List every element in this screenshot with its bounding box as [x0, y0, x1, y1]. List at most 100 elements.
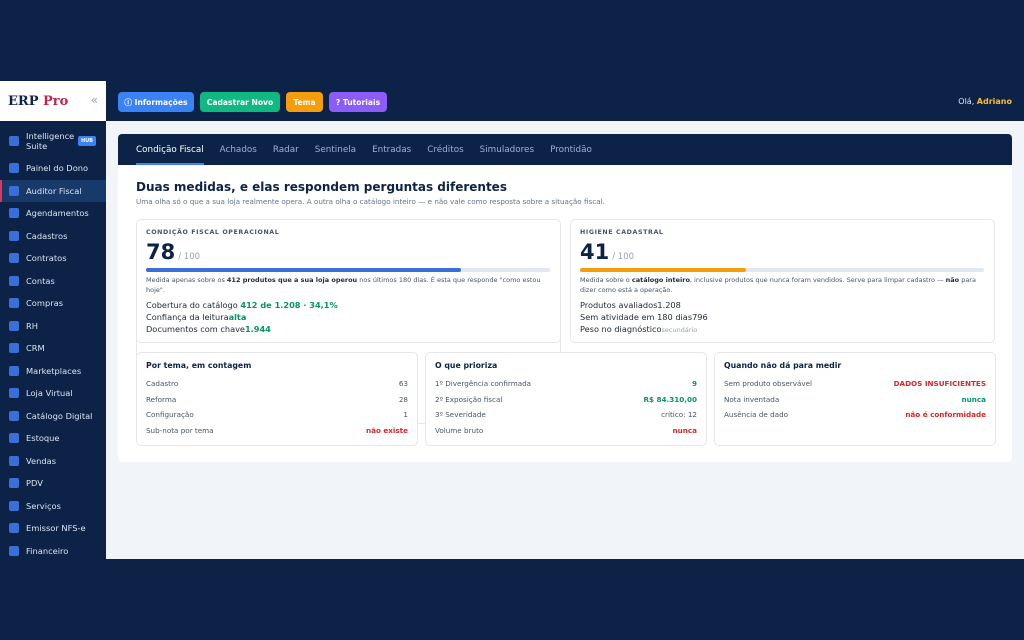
- tab-entradas[interactable]: Entradas: [372, 134, 411, 165]
- sidebar-item-loja-virtual[interactable]: Loja Virtual: [0, 382, 106, 405]
- score-display: 78 / 100: [146, 240, 200, 264]
- metric-documentos: Documentos com chave1.944: [146, 324, 271, 334]
- module-icon: [9, 410, 19, 421]
- sidebar-item-crm[interactable]: CRM: [0, 337, 106, 360]
- sidebar-item-painel-do-dono[interactable]: Painel do Dono: [0, 157, 106, 180]
- module-icon: [9, 523, 19, 534]
- sidebar-item-vendas[interactable]: Vendas: [0, 450, 106, 473]
- tab-sentinela[interactable]: Sentinela: [315, 134, 356, 165]
- module-icon: [9, 185, 19, 196]
- higiene-cadastral-panel: HIGIENE CADASTRAL 41 / 100 Medida sobre …: [570, 219, 995, 343]
- tab-creditos[interactable]: Créditos: [427, 134, 463, 165]
- list-item: Ausência de dado não é conformidade: [724, 410, 986, 419]
- tutoriais-button[interactable]: ? Tutoriais: [329, 92, 387, 112]
- list-item: 1º Divergência confirmada 9: [435, 379, 697, 388]
- module-icon: [9, 388, 19, 399]
- panel-title: O que prioriza: [435, 361, 498, 370]
- sidebar-item-financeiro[interactable]: Financeiro: [0, 540, 106, 563]
- module-icon: [9, 365, 19, 376]
- module-icon: [9, 208, 19, 219]
- sidebar-item-rh[interactable]: RH: [0, 315, 106, 338]
- sidebar-item-pdv[interactable]: PDV: [0, 472, 106, 495]
- sidebar-item-label: Intelligence Suite: [26, 131, 75, 151]
- sidebar-item-auditor-fiscal[interactable]: Auditor Fiscal: [0, 179, 106, 202]
- metric-confianca: Confiança da leituraalta: [146, 312, 247, 322]
- sidebar-item-label: Contas: [26, 275, 55, 286]
- list-item: Sem produto observável DADOS INSUFICIENTE…: [724, 379, 986, 388]
- section-subtitle: Uma olha só o que a sua loja realmente o…: [136, 197, 605, 206]
- operational-score-panel: CONDIÇÃO FISCAL OPERACIONAL 78 / 100 Med…: [136, 219, 561, 343]
- panel-title: Por tema, em contagem: [146, 361, 252, 370]
- progress-fill: [146, 268, 462, 272]
- list-item: Nota inventada nunca: [724, 395, 986, 404]
- tab-radar[interactable]: Radar: [273, 134, 299, 165]
- score-value: 78: [146, 240, 176, 264]
- topbar: ⓘ Informações Cadastrar Novo Tema ? Tuto…: [106, 81, 1024, 121]
- module-icon: [9, 455, 19, 466]
- sidebar-item-contas[interactable]: Contas: [0, 270, 106, 293]
- score-max: / 100: [178, 252, 201, 262]
- list-item: Reforma 28: [146, 395, 408, 404]
- sidebar-item-label: Emissor NFS-e: [26, 523, 86, 534]
- score-progress-bar: [146, 268, 550, 272]
- sidebar-item-label: Contratos: [26, 253, 67, 264]
- sidebar-item-intelligence-suite[interactable]: Intelligence Suite HUB: [0, 125, 106, 157]
- panel-description: Medida sobre o catálogo inteiro, inclusi…: [580, 276, 976, 294]
- metric-sem-atividade: Sem atividade em 180 dias796: [580, 312, 708, 322]
- info-button[interactable]: ⓘ Informações: [118, 92, 194, 112]
- sidebar-item-label: Compras: [26, 298, 64, 309]
- sidebar-item-cadastros[interactable]: Cadastros: [0, 225, 106, 248]
- module-icon: [9, 320, 19, 331]
- tab-prontidao[interactable]: Prontidão: [550, 134, 592, 165]
- tema-button[interactable]: Tema: [286, 92, 323, 112]
- sidebar-item-label: Loja Virtual: [26, 388, 73, 399]
- tab-achados[interactable]: Achados: [220, 134, 257, 165]
- por-tema-panel: Por tema, em contagem Cadastro 63 Reforma…: [136, 352, 418, 446]
- tab-simuladores[interactable]: Simuladores: [480, 134, 534, 165]
- sidebar-item-estoque[interactable]: Estoque: [0, 427, 106, 450]
- score-value: 41: [580, 240, 610, 264]
- score-display: 41 / 100: [580, 240, 634, 264]
- score-progress-bar: [580, 268, 984, 272]
- sidebar-item-label: PDV: [26, 478, 43, 489]
- sidebar-item-label: CRM: [26, 343, 45, 354]
- sidebar-item-contratos[interactable]: Contratos: [0, 247, 106, 270]
- panel-title: Quando não dá para medir: [724, 361, 842, 370]
- module-icon: [9, 298, 19, 309]
- sidebar-menu: Intelligence Suite HUB Painel do Dono Au…: [0, 121, 106, 562]
- module-icon: [9, 230, 19, 241]
- quando-nao-da-panel: Quando não dá para medir Sem produto obs…: [714, 352, 996, 446]
- module-icon: [9, 433, 19, 444]
- user-greeting[interactable]: Olá, Adriano: [958, 97, 1012, 106]
- sidebar-item-compras[interactable]: Compras: [0, 292, 106, 315]
- sidebar-item-servicos[interactable]: Serviços: [0, 495, 106, 518]
- list-item: Cadastro 63: [146, 379, 408, 388]
- sidebar-item-catalogo-digital[interactable]: Catálogo Digital: [0, 405, 106, 428]
- list-item: Sub-nota por tema não existe: [146, 426, 408, 435]
- sidebar-item-label: Marketplaces: [26, 365, 82, 376]
- sidebar-item-marketplaces[interactable]: Marketplaces: [0, 360, 106, 383]
- sidebar-item-label: Painel do Dono: [26, 163, 89, 174]
- sidebar-item-emissor-nfse[interactable]: Emissor NFS-e: [0, 517, 106, 540]
- list-item: 2º Exposição fiscal R$ 84.310,00: [435, 395, 697, 404]
- sidebar-item-label: Catálogo Digital: [26, 410, 93, 421]
- module-icon: [9, 163, 19, 174]
- module-icon: [9, 343, 19, 354]
- hub-badge: HUB: [77, 136, 96, 146]
- sidebar-item-label: Serviços: [26, 500, 61, 511]
- cadastrar-novo-button[interactable]: Cadastrar Novo: [200, 92, 280, 112]
- panel-label: CONDIÇÃO FISCAL OPERACIONAL: [146, 229, 280, 236]
- sidebar-item-label: Vendas: [26, 455, 57, 466]
- sidebar-item-agendamentos[interactable]: Agendamentos: [0, 202, 106, 225]
- app-logo[interactable]: ERP Pro: [8, 94, 68, 109]
- metric-produtos-avaliados: Produtos avaliados1.208: [580, 300, 681, 310]
- sidebar-item-label: Cadastros: [26, 230, 68, 241]
- tab-condicao-fiscal[interactable]: Condição Fiscal: [136, 134, 204, 165]
- collapse-sidebar-icon[interactable]: «: [91, 93, 98, 107]
- module-icon: [9, 275, 19, 286]
- module-icon: [9, 545, 19, 556]
- metric-cobertura: Cobertura do catálogo 412 de 1.208 · 34,…: [146, 300, 338, 310]
- section-title: Duas medidas, e elas respondem perguntas…: [136, 180, 507, 194]
- panel-description: Medida apenas sobre os 412 produtos que …: [146, 276, 541, 294]
- sidebar-item-label: RH: [26, 320, 39, 331]
